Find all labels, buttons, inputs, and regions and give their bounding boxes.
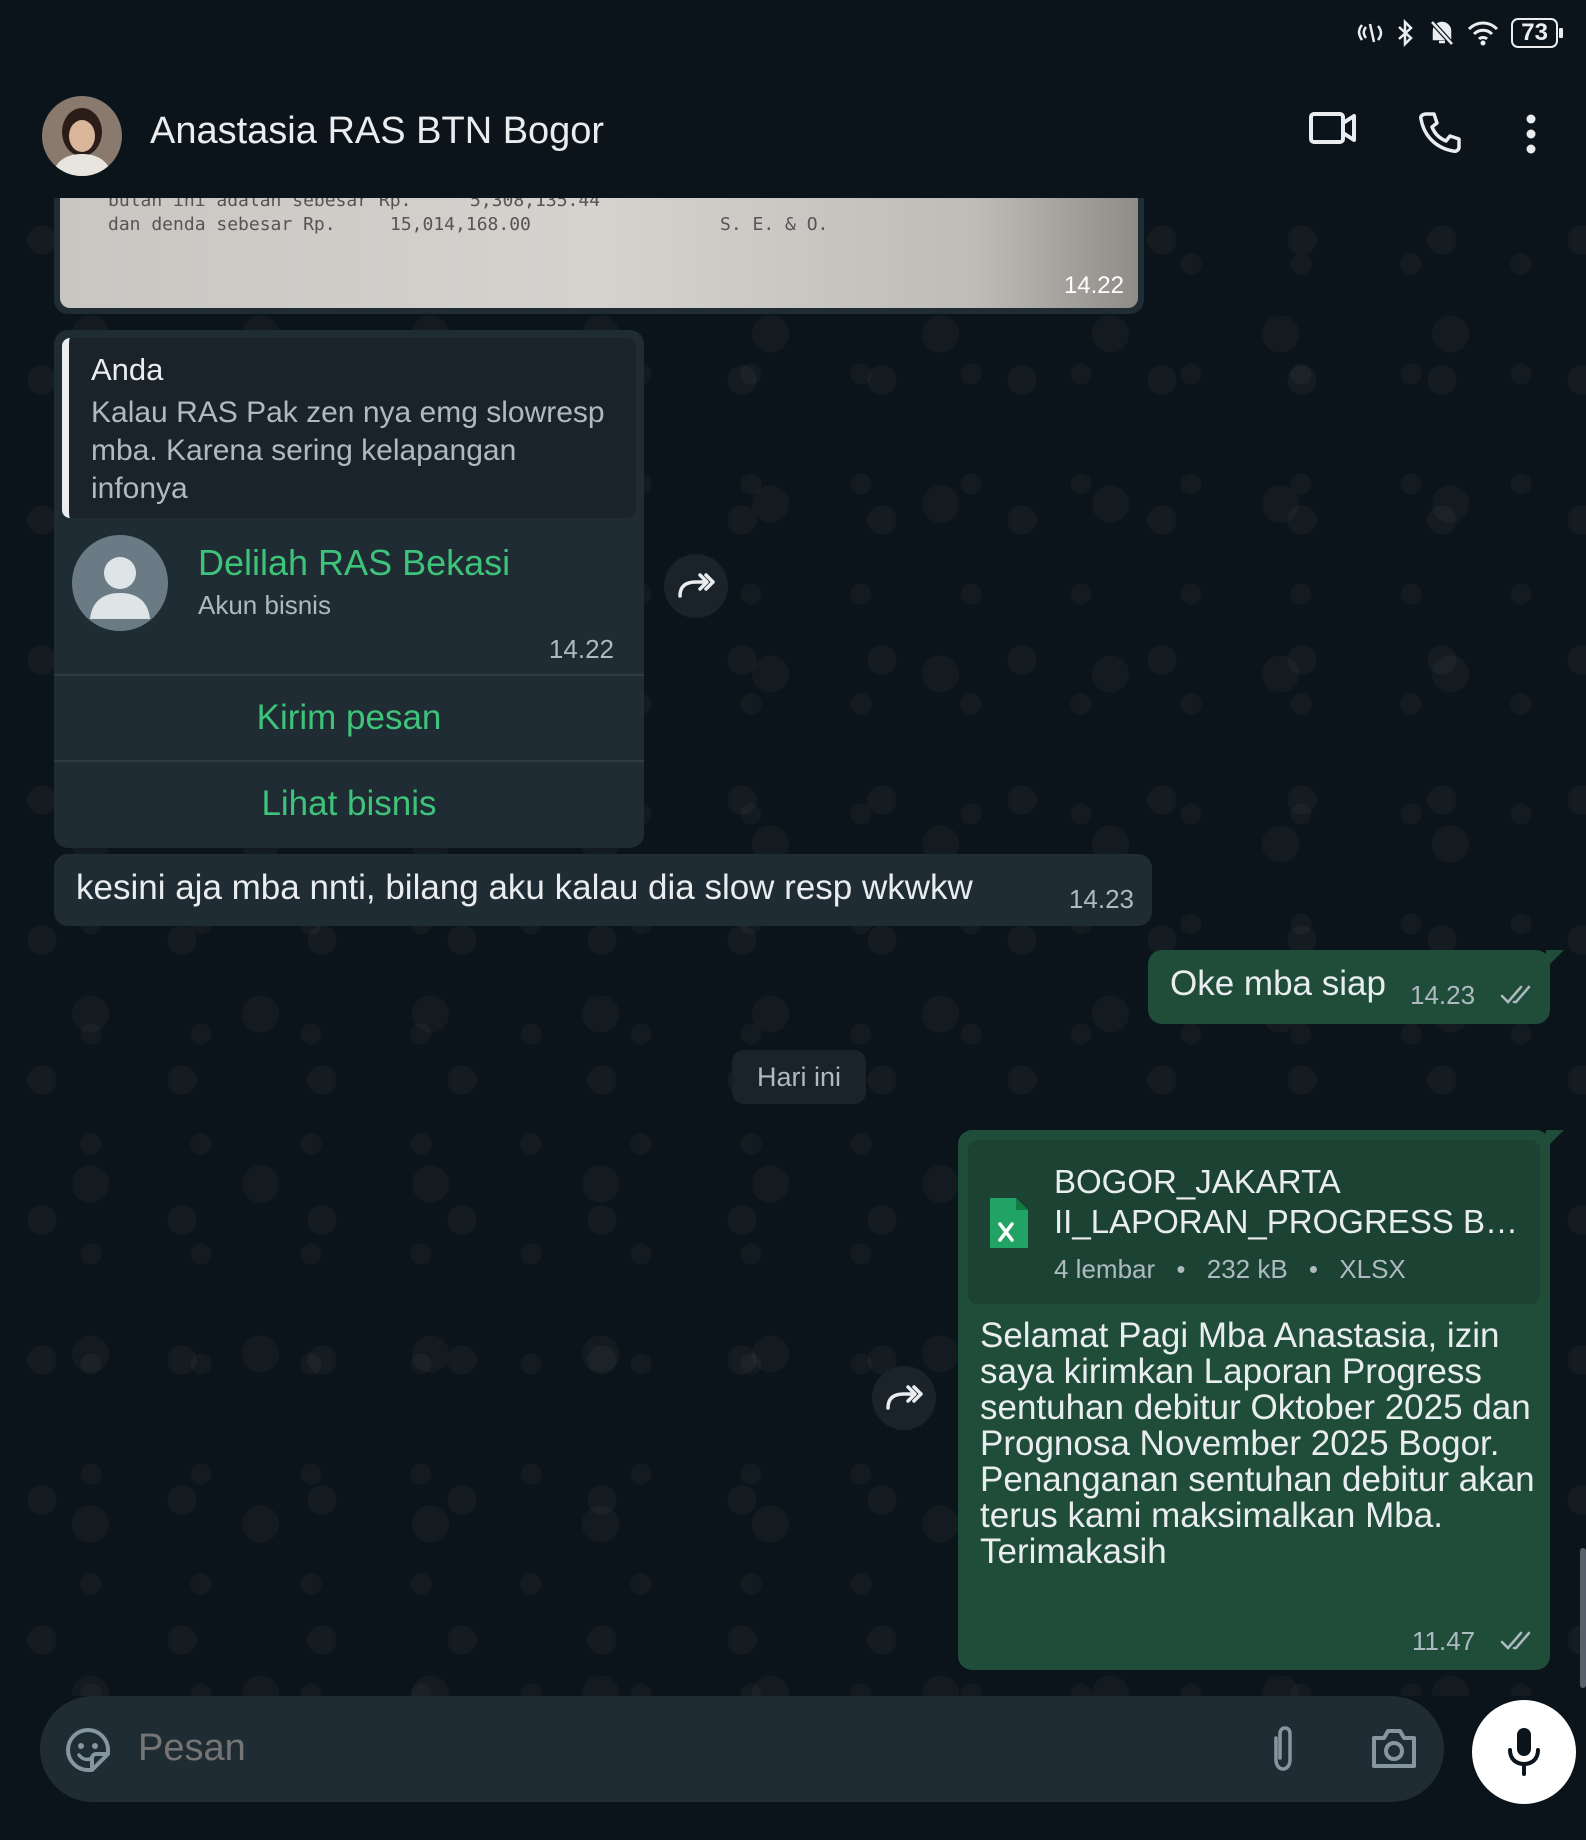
bubble-tail bbox=[1546, 950, 1564, 968]
meta-separator: • bbox=[1176, 1254, 1186, 1284]
file-attachment[interactable]: BOGOR_JAKARTA II_LAPORAN_PROGRESS B… 4 l… bbox=[968, 1140, 1540, 1304]
chat-area[interactable]: bulan ini adalah sebesar Rp. 5,308,135.4… bbox=[14, 198, 1586, 1696]
meta-separator: • bbox=[1308, 1254, 1319, 1284]
bluetooth-icon bbox=[1398, 19, 1414, 47]
doc-line: S. E. & O. bbox=[720, 214, 829, 235]
read-receipt-icon bbox=[1500, 985, 1531, 1004]
forward-icon bbox=[886, 1385, 923, 1410]
status-bar: 73 bbox=[0, 0, 1586, 70]
doc-line: 15,014,168.00 bbox=[390, 214, 531, 235]
read-receipt-icon bbox=[1500, 1631, 1531, 1650]
message-text: Oke mba siap bbox=[1170, 964, 1386, 1003]
contact-name[interactable]: Anastasia RAS BTN Bogor bbox=[150, 110, 604, 153]
send-message-button[interactable]: Kirim pesan bbox=[54, 674, 644, 762]
attach-icon[interactable] bbox=[1268, 1724, 1298, 1774]
incoming-message[interactable]: kesini aja mba nnti, bilang aku kalau di… bbox=[54, 854, 1152, 926]
quoted-message[interactable]: Anda Kalau RAS Pak zen nya emg slowresp … bbox=[62, 338, 636, 518]
wifi-icon bbox=[1468, 21, 1499, 46]
sticker-icon[interactable] bbox=[64, 1726, 112, 1774]
shared-contact-name[interactable]: Delilah RAS Bekasi bbox=[198, 542, 510, 584]
excel-file-icon bbox=[990, 1198, 1028, 1248]
message-time: 14.23 bbox=[1068, 884, 1134, 914]
battery-icon: 73 bbox=[1511, 18, 1563, 48]
file-pages: 4 lembar bbox=[1054, 1254, 1156, 1284]
bubble-tail bbox=[1546, 1130, 1564, 1148]
scrollbar[interactable] bbox=[1580, 1548, 1586, 1688]
doc-line: dan denda sebesar Rp. bbox=[108, 214, 336, 235]
file-name: BOGOR_JAKARTA II_LAPORAN_PROGRESS B… bbox=[1054, 1163, 1518, 1240]
view-business-button[interactable]: Lihat bisnis bbox=[54, 760, 644, 848]
image-message[interactable]: bulan ini adalah sebesar Rp. 5,308,135.4… bbox=[54, 198, 1144, 314]
doc-line: bulan ini adalah sebesar Rp. bbox=[108, 198, 412, 211]
contact-card-message[interactable]: Anda Kalau RAS Pak zen nya emg slowresp … bbox=[54, 330, 644, 848]
quote-text: Kalau RAS Pak zen nya emg slowresp mba. … bbox=[91, 396, 605, 505]
outgoing-file-message[interactable]: BOGOR_JAKARTA II_LAPORAN_PROGRESS B… 4 l… bbox=[958, 1130, 1564, 1670]
nfc-icon bbox=[1358, 23, 1383, 43]
camera-icon[interactable] bbox=[1370, 1726, 1418, 1770]
shared-contact-subtitle: Akun bisnis bbox=[198, 590, 331, 620]
message-text: kesini aja mba nnti, bilang aku kalau di… bbox=[76, 868, 973, 907]
file-meta: 4 lembar • 232 kB • XLSX bbox=[1054, 1254, 1406, 1285]
quote-author: Anda bbox=[91, 352, 164, 387]
mic-icon bbox=[1508, 1728, 1540, 1776]
document-photo[interactable]: bulan ini adalah sebesar Rp. 5,308,135.4… bbox=[60, 198, 1138, 308]
message-composer[interactable] bbox=[40, 1696, 1444, 1802]
default-avatar-icon[interactable] bbox=[72, 535, 168, 631]
mute-icon bbox=[1430, 20, 1455, 46]
video-call-icon[interactable] bbox=[1308, 108, 1358, 148]
forward-button[interactable] bbox=[664, 554, 728, 618]
message-caption: Selamat Pagi Mba Anastasia, izin saya ki… bbox=[980, 1316, 1535, 1571]
message-input[interactable] bbox=[136, 1726, 1040, 1771]
more-options-icon[interactable] bbox=[1524, 114, 1538, 154]
file-size: 232 kB bbox=[1206, 1254, 1288, 1284]
phone-icon[interactable] bbox=[1418, 110, 1462, 154]
message-time: 14.22 bbox=[548, 634, 614, 664]
forward-button[interactable] bbox=[872, 1366, 936, 1430]
forward-icon bbox=[678, 573, 715, 598]
status-icons: 73 bbox=[1357, 18, 1563, 48]
message-time: 14.23 bbox=[1410, 980, 1476, 1010]
message-time: 14.22 bbox=[1063, 272, 1124, 299]
voice-message-button[interactable] bbox=[1472, 1700, 1576, 1804]
doc-line: 5,308,135.44 bbox=[470, 198, 601, 211]
message-time: 11.47 bbox=[1412, 1626, 1476, 1656]
contact-avatar[interactable] bbox=[42, 96, 122, 176]
outgoing-message[interactable]: Oke mba siap 14.23 bbox=[1148, 950, 1564, 1024]
file-type: XLSX bbox=[1339, 1254, 1406, 1284]
date-separator: Hari ini bbox=[732, 1050, 866, 1104]
chat-header: Anastasia RAS BTN Bogor bbox=[0, 70, 1586, 198]
